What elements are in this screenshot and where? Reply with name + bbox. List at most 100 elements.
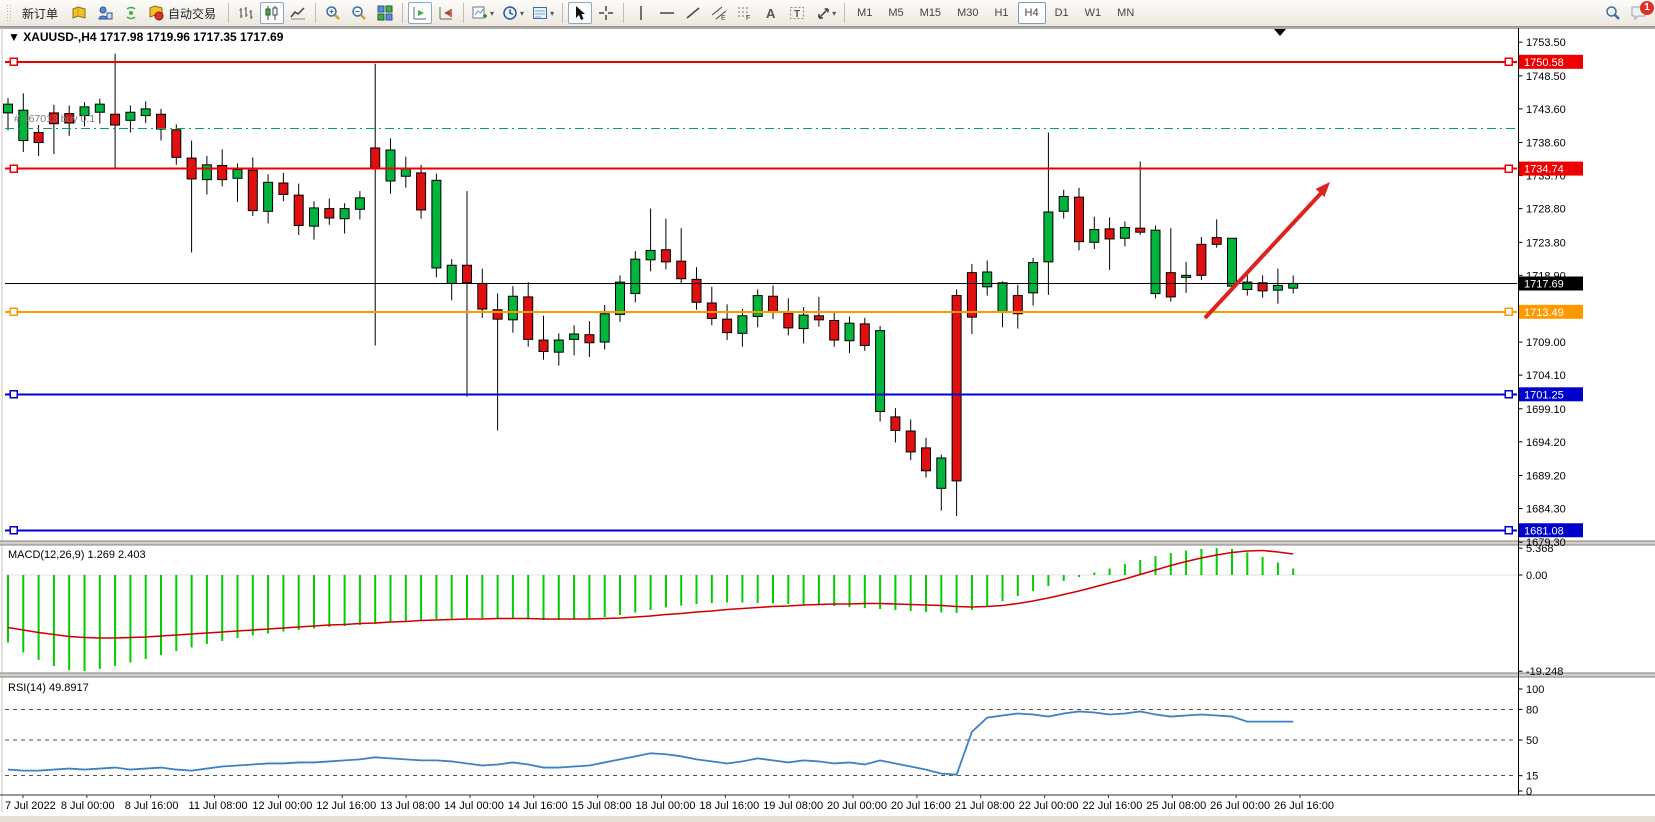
price-axis-label: 1723.80 (1526, 237, 1566, 249)
tab-timeframe-d1[interactable]: D1 (1048, 2, 1076, 24)
zoom-out-button[interactable] (347, 2, 371, 24)
arrows-button[interactable]: ▾ (811, 2, 839, 24)
templates-icon (532, 5, 548, 21)
candle-body (1120, 227, 1129, 238)
indicators-button[interactable]: ▾ (469, 2, 497, 24)
time-axis-label[interactable]: 8 Jul 16:00 (125, 800, 179, 812)
strategy-tester-button[interactable] (93, 2, 117, 24)
chat-button[interactable]: 1 (1627, 2, 1651, 24)
horizontal-line-button[interactable] (655, 2, 679, 24)
tab-timeframe-m15[interactable]: M15 (913, 2, 948, 24)
chart-shift-button[interactable] (434, 2, 458, 24)
candle-body (1136, 228, 1145, 232)
line-chart-button[interactable] (286, 2, 310, 24)
time-axis-label[interactable]: 18 Jul 00:00 (636, 800, 696, 812)
time-axis-label[interactable]: 13 Jul 08:00 (380, 800, 440, 812)
fibonacci-button[interactable]: F (733, 2, 757, 24)
trendline-button[interactable] (681, 2, 705, 24)
time-axis-label[interactable]: 15 Jul 08:00 (572, 800, 632, 812)
level-handle-right[interactable] (1505, 165, 1512, 172)
candle-body (1059, 196, 1068, 211)
tile-windows-button[interactable] (373, 2, 397, 24)
tab-timeframe-h1[interactable]: H1 (987, 2, 1015, 24)
cursor-button[interactable] (568, 2, 592, 24)
candle-body (554, 340, 563, 352)
search-button[interactable] (1601, 2, 1625, 24)
auto-scroll-button[interactable] (408, 2, 432, 24)
time-axis-label[interactable]: 7 Jul 2022 (5, 800, 56, 812)
tab-timeframe-m1[interactable]: M1 (850, 2, 879, 24)
crosshair-button[interactable] (594, 2, 618, 24)
time-axis-label[interactable]: 21 Jul 08:00 (955, 800, 1015, 812)
candle-body (294, 195, 303, 225)
price-axis-label: 1694.20 (1526, 437, 1566, 449)
text-label-button[interactable]: T (785, 2, 809, 24)
time-axis-label[interactable]: 18 Jul 16:00 (699, 800, 759, 812)
tab-timeframe-mn[interactable]: MN (1110, 2, 1141, 24)
templates-button[interactable]: ▾ (529, 2, 557, 24)
chart-title: ▼ XAUUSD-,H4 1717.98 1719.96 1717.35 171… (8, 30, 284, 44)
svg-text:T: T (794, 9, 800, 20)
chevron-down-icon[interactable]: ▾ (520, 9, 524, 18)
text-button[interactable]: A (759, 2, 783, 24)
candle-body (1212, 238, 1221, 245)
rsi-axis-label: 100 (1526, 684, 1544, 696)
level-handle-right[interactable] (1505, 308, 1512, 315)
rsi-axis-label: 15 (1526, 771, 1538, 783)
chevron-down-icon[interactable]: ▾ (832, 9, 836, 18)
level-handle-left[interactable] (10, 165, 17, 172)
tab-timeframe-h4[interactable]: H4 (1018, 2, 1046, 24)
tab-timeframe-m5[interactable]: M5 (881, 2, 910, 24)
candle-body (1182, 275, 1191, 277)
autotrading-button[interactable]: 自动交易 (145, 2, 223, 24)
time-axis-label[interactable]: 14 Jul 16:00 (508, 800, 568, 812)
level-handle-left[interactable] (10, 58, 17, 65)
periods-button[interactable]: ▾ (499, 2, 527, 24)
price-axis-label: 1699.10 (1526, 404, 1566, 416)
level-handle-left[interactable] (10, 391, 17, 398)
timeframe-switcher: M1M5M15M30H1H4D1W1MN (849, 2, 1142, 24)
time-axis-label[interactable]: 22 Jul 16:00 (1082, 800, 1142, 812)
pane-separator-macd[interactable] (0, 541, 1655, 545)
candle-body (447, 265, 456, 283)
time-axis-label[interactable]: 12 Jul 16:00 (316, 800, 376, 812)
time-axis-label[interactable]: 8 Jul 00:00 (61, 800, 115, 812)
time-axis-label[interactable]: 25 Jul 08:00 (1146, 800, 1206, 812)
candle-body (524, 297, 533, 339)
signals-icon (123, 5, 139, 21)
time-axis-label[interactable]: 26 Jul 16:00 (1274, 800, 1334, 812)
chevron-down-icon[interactable]: ▾ (490, 9, 494, 18)
pane-separator-rsi[interactable] (0, 673, 1655, 677)
equidistant-channel-button[interactable]: E (707, 2, 731, 24)
level-handle-right[interactable] (1505, 391, 1512, 398)
time-axis-label[interactable]: 26 Jul 00:00 (1210, 800, 1270, 812)
new-order-button[interactable]: 新订单 (15, 2, 65, 24)
candlestick-chart-button[interactable] (260, 2, 284, 24)
price-badge-label: 1717.69 (1524, 279, 1564, 291)
time-axis-label[interactable]: 20 Jul 16:00 (891, 800, 951, 812)
time-axis-label[interactable]: 19 Jul 08:00 (763, 800, 823, 812)
time-axis-label[interactable]: 11 Jul 08:00 (189, 800, 248, 812)
strategy-tester-icon (97, 5, 113, 21)
chevron-down-icon[interactable]: ▾ (550, 9, 554, 18)
auto-scroll-icon (412, 5, 428, 21)
history-button[interactable] (67, 2, 91, 24)
level-handle-right[interactable] (1505, 58, 1512, 65)
autotrading-icon (148, 5, 164, 21)
time-axis-label[interactable]: 20 Jul 00:00 (827, 800, 887, 812)
signals-button[interactable] (119, 2, 143, 24)
candle-body (126, 112, 135, 120)
bar-chart-button[interactable] (234, 2, 258, 24)
notification-badge: 1 (1640, 1, 1654, 15)
level-handle-left[interactable] (10, 527, 17, 534)
time-axis-label[interactable]: 22 Jul 00:00 (1019, 800, 1079, 812)
zoom-in-button[interactable] (321, 2, 345, 24)
level-handle-left[interactable] (10, 308, 17, 315)
time-axis-label[interactable]: 12 Jul 00:00 (252, 800, 312, 812)
candle-body (600, 314, 609, 342)
tab-timeframe-m30[interactable]: M30 (950, 2, 985, 24)
time-axis-label[interactable]: 14 Jul 00:00 (444, 800, 504, 812)
vertical-line-button[interactable] (629, 2, 653, 24)
tab-timeframe-w1[interactable]: W1 (1078, 2, 1109, 24)
level-handle-right[interactable] (1505, 527, 1512, 534)
